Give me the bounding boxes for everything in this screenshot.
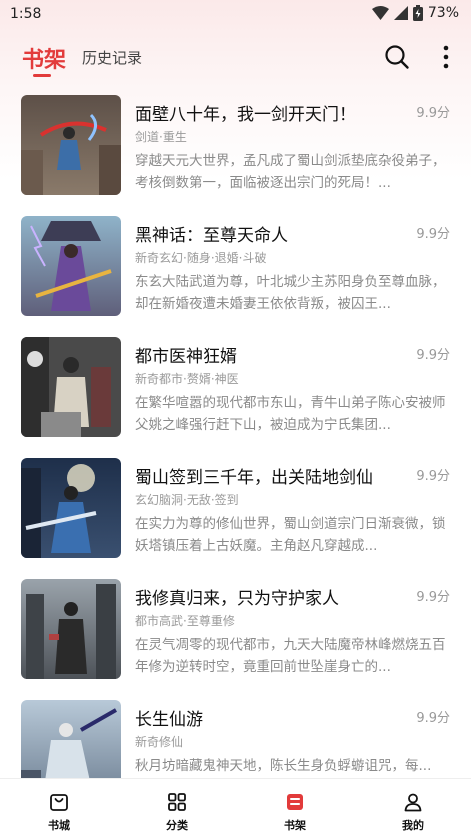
- book-title: 面壁八十年，我一剑开天门！: [135, 105, 356, 125]
- bottom-navigation: 书城 分类 书架 我的: [0, 778, 471, 838]
- book-title: 长生仙游: [135, 710, 203, 730]
- book-score: 9.9分: [416, 590, 450, 605]
- book-description: 在灵气凋零的现代都市，九天大陆魔帝林峰燃烧五百年修为逆转时空，竟重回前世坠崖身亡…: [135, 637, 446, 675]
- bookshelf-list: 面壁八十年，我一剑开天门！ 9.9分 剑道·重生 穿越天元大世界，孟凡成了蜀山剑…: [0, 90, 471, 778]
- book-cover: [21, 458, 121, 558]
- nav-bookshelf[interactable]: 书架: [236, 779, 354, 838]
- search-icon[interactable]: [383, 43, 411, 71]
- tab-history[interactable]: 历史记录: [82, 47, 142, 68]
- battery-percent: 73%: [427, 5, 459, 21]
- book-description: 穿越天元大世界，孟凡成了蜀山剑派垫底杂役弟子，考核倒数第一，面临被逐出宗门的死局…: [135, 153, 446, 191]
- status-time: 1:58: [10, 6, 42, 22]
- nav-label: 我的: [402, 819, 424, 832]
- book-tags: 都市高武·至尊重修: [135, 614, 235, 628]
- category-grid-icon: [168, 793, 186, 811]
- book-item[interactable]: 黑神话：至尊天命人 9.9分 新奇玄幻·随身·退婚·斗破 东玄大陆武道为尊，叶北…: [0, 211, 471, 332]
- active-tab-indicator: [33, 74, 51, 77]
- nav-label: 书架: [284, 819, 306, 832]
- nav-category[interactable]: 分类: [118, 779, 236, 838]
- book-score: 9.9分: [416, 227, 450, 242]
- book-item[interactable]: 长生仙游 9.9分 新奇修仙 秋月坊暗藏鬼神天地，陈长生身负蜉蝣诅咒，每...: [0, 695, 471, 778]
- top-tabs: 书架 历史记录: [0, 34, 471, 82]
- book-tags: 新奇都市·赘婿·神医: [135, 372, 239, 386]
- battery-icon: [412, 5, 423, 21]
- nav-label: 分类: [166, 819, 188, 832]
- book-description: 秋月坊暗藏鬼神天地，陈长生身负蜉蝣诅咒，每...: [135, 758, 432, 774]
- bookstore-icon: [50, 794, 68, 811]
- book-item[interactable]: 蜀山签到三千年，出关陆地剑仙 9.9分 玄幻脑洞·无敌·签到 在实力为尊的修仙世…: [0, 453, 471, 574]
- book-title: 我修真归来，只为守护家人: [135, 589, 339, 609]
- bookshelf-icon: [287, 794, 303, 810]
- book-tags: 新奇玄幻·随身·退婚·斗破: [135, 251, 267, 265]
- profile-icon: [404, 793, 422, 812]
- more-vertical-icon[interactable]: [436, 43, 456, 71]
- book-title: 黑神话：至尊天命人: [135, 226, 288, 246]
- book-title: 蜀山签到三千年，出关陆地剑仙: [135, 468, 373, 488]
- book-item[interactable]: 都市医神狂婿 9.9分 新奇都市·赘婿·神医 在繁华喧嚣的现代都市东山，青牛山弟…: [0, 332, 471, 453]
- book-description: 东玄大陆武道为尊，叶北城少主苏阳身负至尊血脉，却在新婚夜遭未婚妻王依依背叛，被囚…: [135, 274, 446, 312]
- book-score: 9.9分: [416, 469, 450, 484]
- status-icons: 73%: [371, 5, 459, 21]
- book-tags: 玄幻脑洞·无敌·签到: [135, 493, 239, 507]
- book-cover: [21, 337, 121, 437]
- book-score: 9.9分: [416, 348, 450, 363]
- book-tags: 剑道·重生: [135, 130, 187, 144]
- nav-bookstore[interactable]: 书城: [0, 779, 118, 838]
- wifi-icon: [371, 6, 389, 20]
- book-tags: 新奇修仙: [135, 735, 184, 749]
- status-bar: 1:58 73%: [0, 0, 471, 28]
- book-cover: [21, 579, 121, 679]
- nav-profile[interactable]: 我的: [354, 779, 471, 838]
- book-score: 9.9分: [416, 106, 450, 121]
- book-cover: [21, 95, 121, 195]
- book-score: 9.9分: [416, 711, 450, 726]
- tab-bookshelf[interactable]: 书架: [22, 42, 66, 74]
- book-title: 都市医神狂婿: [135, 347, 237, 367]
- book-description: 在实力为尊的修仙世界，蜀山剑道宗门日渐衰微，锁妖塔镇压着上古妖魔。主角赵凡穿越成…: [135, 516, 446, 554]
- nav-label: 书城: [48, 819, 70, 832]
- book-item[interactable]: 面壁八十年，我一剑开天门！ 9.9分 剑道·重生 穿越天元大世界，孟凡成了蜀山剑…: [0, 90, 471, 211]
- book-description: 在繁华喧嚣的现代都市东山，青牛山弟子陈心安被师父姚之峰强行赶下山，被迫成为宁氏集…: [135, 395, 446, 433]
- cell-signal-icon: [393, 6, 408, 20]
- book-item[interactable]: 我修真归来，只为守护家人 9.9分 都市高武·至尊重修 在灵气凋零的现代都市，九…: [0, 574, 471, 695]
- book-cover: [21, 216, 121, 316]
- book-cover: [21, 700, 121, 778]
